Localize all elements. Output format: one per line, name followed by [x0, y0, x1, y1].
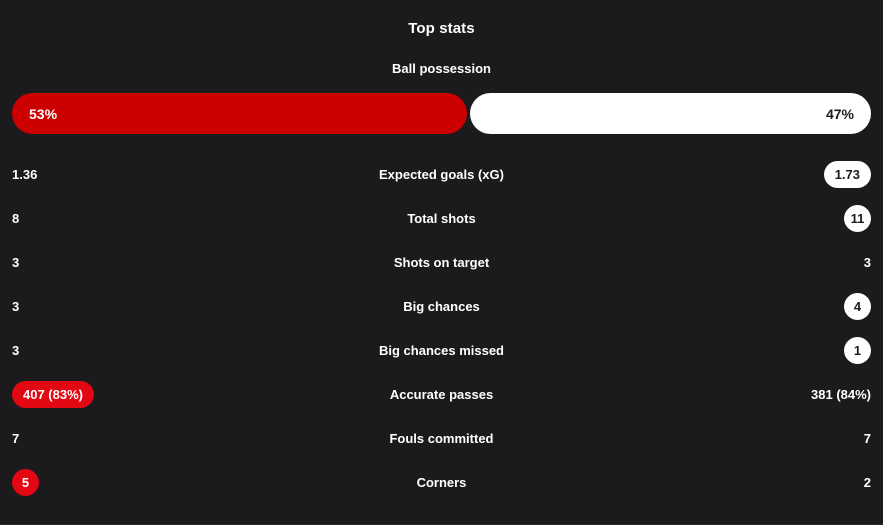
stat-home-side: 3: [12, 300, 172, 313]
stat-away-side: 2: [711, 476, 871, 489]
stat-label: Shots on target: [393, 254, 490, 270]
stat-row: 7 Fouls committed 7: [0, 416, 883, 460]
stat-away-value: 1: [844, 336, 871, 364]
stat-row: 407 (83%) Accurate passes 381 (84%): [0, 372, 883, 416]
stat-label: Total shots: [407, 210, 476, 226]
stat-row: 5 Corners 2: [0, 460, 883, 504]
stat-away-side: 381 (84%): [711, 388, 871, 401]
top-stats-panel: Top stats Ball possession 53% 47% 1.36 Ex…: [0, 0, 883, 525]
stat-home-value: 3: [12, 254, 20, 270]
stats-list: 1.36 Expected goals (xG) 1.73 8 Total shots 1…: [0, 152, 883, 504]
stat-label: Accurate passes: [389, 386, 494, 402]
stat-home-value: 3: [12, 298, 20, 314]
possession-away-value: 47%: [825, 105, 854, 122]
stat-home-value: 8: [12, 210, 20, 226]
stat-home-value: 407 (83%): [12, 380, 94, 408]
stat-home-value: 7: [12, 430, 20, 446]
stat-label: Big chances missed: [379, 342, 504, 358]
stat-label: Big chances: [403, 298, 480, 314]
page-title: Top stats: [408, 20, 475, 37]
stat-away-side: 1: [711, 336, 871, 364]
stat-away-side: 4: [711, 292, 871, 320]
stat-home-side: 5: [12, 468, 172, 496]
stat-away-value: 11: [844, 204, 871, 232]
stat-away-value: 2: [863, 474, 871, 490]
stat-home-value: 5: [12, 468, 39, 496]
stat-home-side: 3: [12, 344, 172, 357]
stat-row: 1.36 Expected goals (xG) 1.73: [0, 152, 883, 196]
stat-away-side: 3: [711, 256, 871, 269]
stat-away-value: 7: [863, 430, 871, 446]
ball-possession-label: Ball possession: [392, 61, 491, 76]
stat-away-side: 11: [711, 204, 871, 232]
stat-home-side: 3: [12, 256, 172, 269]
ball-possession-bar: 53% 47%: [12, 93, 871, 134]
stat-label: Expected goals (xG): [379, 166, 504, 182]
stat-row: 8 Total shots 11: [0, 196, 883, 240]
ball-possession-block: Ball possession 53% 47%: [0, 61, 883, 134]
stat-home-value: 3: [12, 342, 20, 358]
stat-home-side: 8: [12, 212, 172, 225]
stat-away-value: 4: [844, 292, 871, 320]
stat-row: 3 Big chances missed 1: [0, 328, 883, 372]
stat-home-side: 7: [12, 432, 172, 445]
stat-away-value: 1.73: [823, 160, 871, 188]
stat-row: 3 Big chances 4: [0, 284, 883, 328]
stat-home-side: 407 (83%): [12, 380, 172, 408]
stat-home-value: 1.36: [12, 166, 38, 182]
possession-home-value: 53%: [29, 105, 58, 122]
possession-bar-away: 47%: [470, 93, 871, 134]
stat-label: Corners: [416, 474, 467, 490]
stat-away-value: 3: [863, 254, 871, 270]
stat-row: 3 Shots on target 3: [0, 240, 883, 284]
stat-home-side: 1.36: [12, 168, 172, 181]
stat-away-side: 1.73: [711, 160, 871, 188]
stat-label: Fouls committed: [389, 430, 494, 446]
stat-away-value: 381 (84%): [811, 386, 871, 402]
stat-away-side: 7: [711, 432, 871, 445]
possession-bar-home: 53%: [12, 93, 468, 134]
